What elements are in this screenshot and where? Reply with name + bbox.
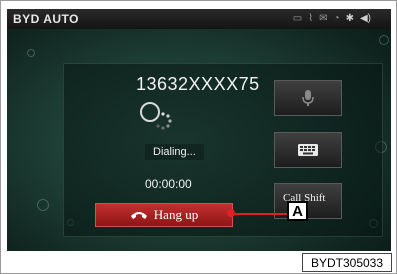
top-status-bar: BYD AUTO ▭ ⌇ ✉ ◔ ✱ ◀): [7, 9, 391, 29]
call-timer: 00:00:00: [145, 177, 192, 191]
loading-spinner-icon: [156, 112, 172, 130]
droplet: [379, 35, 389, 45]
callout-leader-line: [232, 213, 289, 215]
volume-icon: ◀): [359, 13, 371, 24]
network-icon: ◔: [333, 13, 340, 24]
bluetooth-icon: ✱: [345, 13, 354, 24]
droplet: [27, 49, 35, 57]
phone-link-icon: ▭: [292, 13, 303, 24]
figure-code: BYDT305033: [302, 253, 392, 272]
droplet: [37, 199, 49, 211]
microphone-icon: [302, 90, 314, 106]
message-icon: ✉: [319, 13, 328, 24]
call-status: Dialing...: [145, 144, 204, 160]
callout-label: A: [287, 201, 308, 221]
hang-up-phone-icon: [130, 212, 147, 219]
brand-logo: BYD AUTO: [13, 12, 80, 26]
hang-up-label: Hang up: [153, 207, 199, 222]
keypad-icon: [298, 144, 318, 156]
keypad-button[interactable]: [274, 132, 342, 168]
microphone-button[interactable]: [274, 80, 342, 116]
hang-up-button[interactable]: Hang up: [95, 203, 233, 227]
signal-icon: ⌇: [308, 13, 314, 24]
phone-number: 13632XXXX75: [136, 74, 260, 94]
status-icons: ▭ ⌇ ✉ ◔ ✱ ◀): [293, 12, 371, 25]
figure-frame: BYD AUTO ▭ ⌇ ✉ ◔ ✱ ◀) 13632XXXX75 Dialin…: [0, 0, 397, 274]
